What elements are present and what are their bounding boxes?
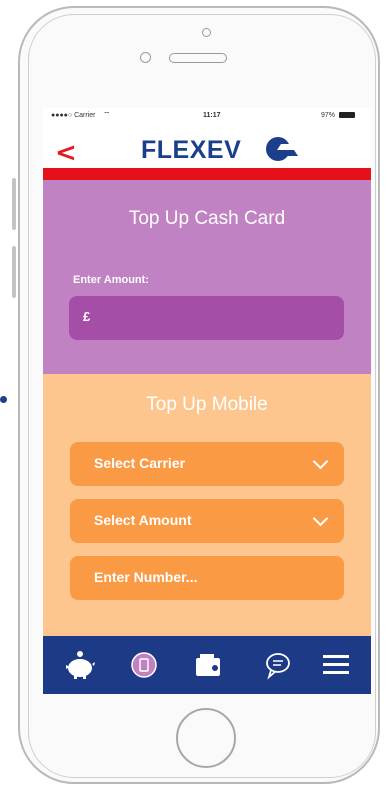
status-bar: ●●●●○ Carrier ⌔ 11:17 97% [43,108,371,124]
phone-side-button [12,178,16,230]
chat-icon[interactable] [261,648,295,682]
wifi-icon: ⌔ [103,110,111,119]
piggy-bank-icon[interactable] [63,648,97,682]
amount-select-label: Select Amount [94,512,192,528]
amount-label: Enter Amount: [73,274,149,286]
phone-number-placeholder: Enter Number... [94,569,198,585]
header-bar: < FLEXEV [43,124,371,168]
phone-side-button [12,246,16,298]
brand-logo-icon [266,137,298,161]
cash-card-section: Top Up Cash Card Enter Amount: £ [43,180,371,374]
battery-icon [339,112,355,118]
app-screen: ●●●●○ Carrier ⌔ 11:17 97% < FLEXEV Top U… [43,108,371,694]
cash-card-title: Top Up Cash Card [128,208,286,229]
carrier-select-label: Select Carrier [94,455,186,471]
chevron-down-icon [312,453,329,470]
phone-number-input[interactable]: Enter Number... [70,556,344,600]
header-accent-bar [43,168,371,180]
back-button[interactable]: < [55,140,77,166]
home-button[interactable] [176,708,236,768]
carrier-select[interactable]: Select Carrier [70,442,344,486]
chevron-down-icon [312,510,329,527]
clock-text: 11:17 [203,112,221,119]
wallet-icon[interactable] [191,648,225,682]
camera [202,28,211,37]
brand-logo-text: FLEXEV [141,136,242,164]
mobile-topup-title: Top Up Mobile [146,394,268,415]
tab-bar [43,636,371,694]
mobile-topup-section: Top Up Mobile Select Carrier Select Amou… [43,374,371,636]
battery-text: 97% [321,112,336,119]
amount-input[interactable]: £ [69,296,344,340]
menu-icon[interactable] [319,648,353,682]
decorative-dot [0,396,7,403]
speaker-grille [169,53,227,63]
proximity-sensor [140,52,151,63]
coin-icon[interactable] [127,648,161,682]
amount-select[interactable]: Select Amount [70,499,344,543]
carrier-text: ●●●●○ Carrier [51,112,96,119]
